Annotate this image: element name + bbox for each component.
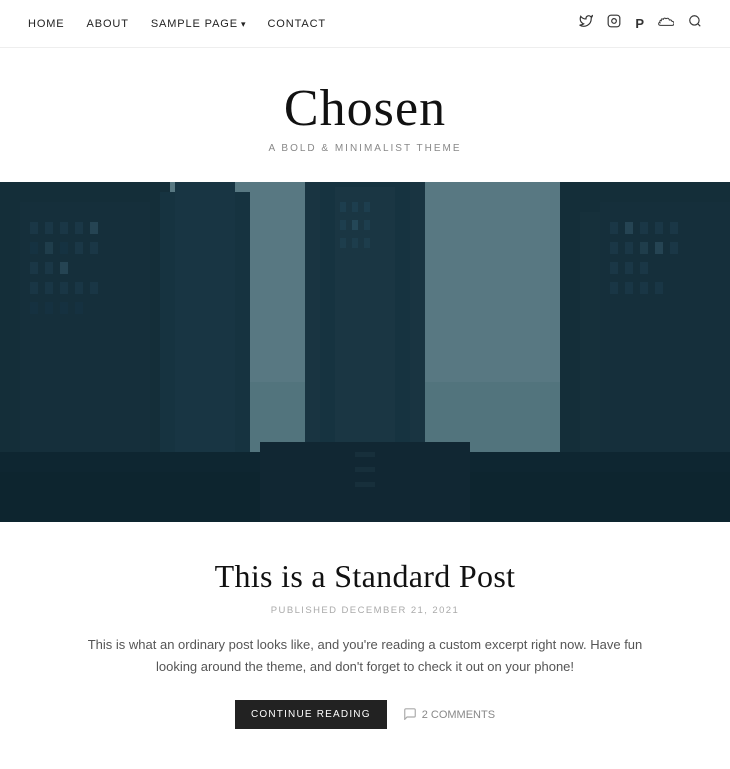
pinterest-icon[interactable]: P — [635, 16, 644, 31]
social-icons: P — [579, 14, 702, 33]
nav-links: HOME ABOUT SAMPLE PAGE ▾ CONTACT — [28, 18, 326, 30]
site-tagline: A BOLD & MINIMALIST THEME — [0, 143, 730, 154]
search-icon[interactable] — [688, 14, 702, 33]
hero-image — [0, 182, 730, 522]
nav-sample-page[interactable]: SAMPLE PAGE ▾ — [151, 18, 246, 30]
post-section: This is a Standard Post PUBLISHED DECEMB… — [0, 522, 730, 769]
chevron-down-icon: ▾ — [241, 19, 246, 30]
soundcloud-icon[interactable] — [658, 16, 674, 32]
main-nav: HOME ABOUT SAMPLE PAGE ▾ CONTACT P — [0, 0, 730, 48]
comment-icon — [403, 707, 417, 723]
continue-reading-button[interactable]: CONTINUE READING — [235, 700, 387, 729]
post-title: This is a Standard Post — [28, 558, 702, 595]
post-actions: CONTINUE READING 2 COMMENTS — [28, 700, 702, 729]
nav-about[interactable]: ABOUT — [87, 18, 129, 30]
post-meta: PUBLISHED DECEMBER 21, 2021 — [28, 605, 702, 616]
nav-home[interactable]: HOME — [28, 18, 65, 30]
twitter-icon[interactable] — [579, 14, 593, 33]
comments-count: 2 COMMENTS — [422, 709, 495, 721]
site-header: Chosen A BOLD & MINIMALIST THEME — [0, 48, 730, 182]
nav-contact[interactable]: CONTACT — [267, 18, 326, 30]
instagram-icon[interactable] — [607, 14, 621, 33]
site-title: Chosen — [0, 80, 730, 137]
nav-sample-label[interactable]: SAMPLE PAGE — [151, 18, 238, 30]
comments-link[interactable]: 2 COMMENTS — [403, 707, 495, 723]
post-excerpt: This is what an ordinary post looks like… — [85, 634, 645, 678]
